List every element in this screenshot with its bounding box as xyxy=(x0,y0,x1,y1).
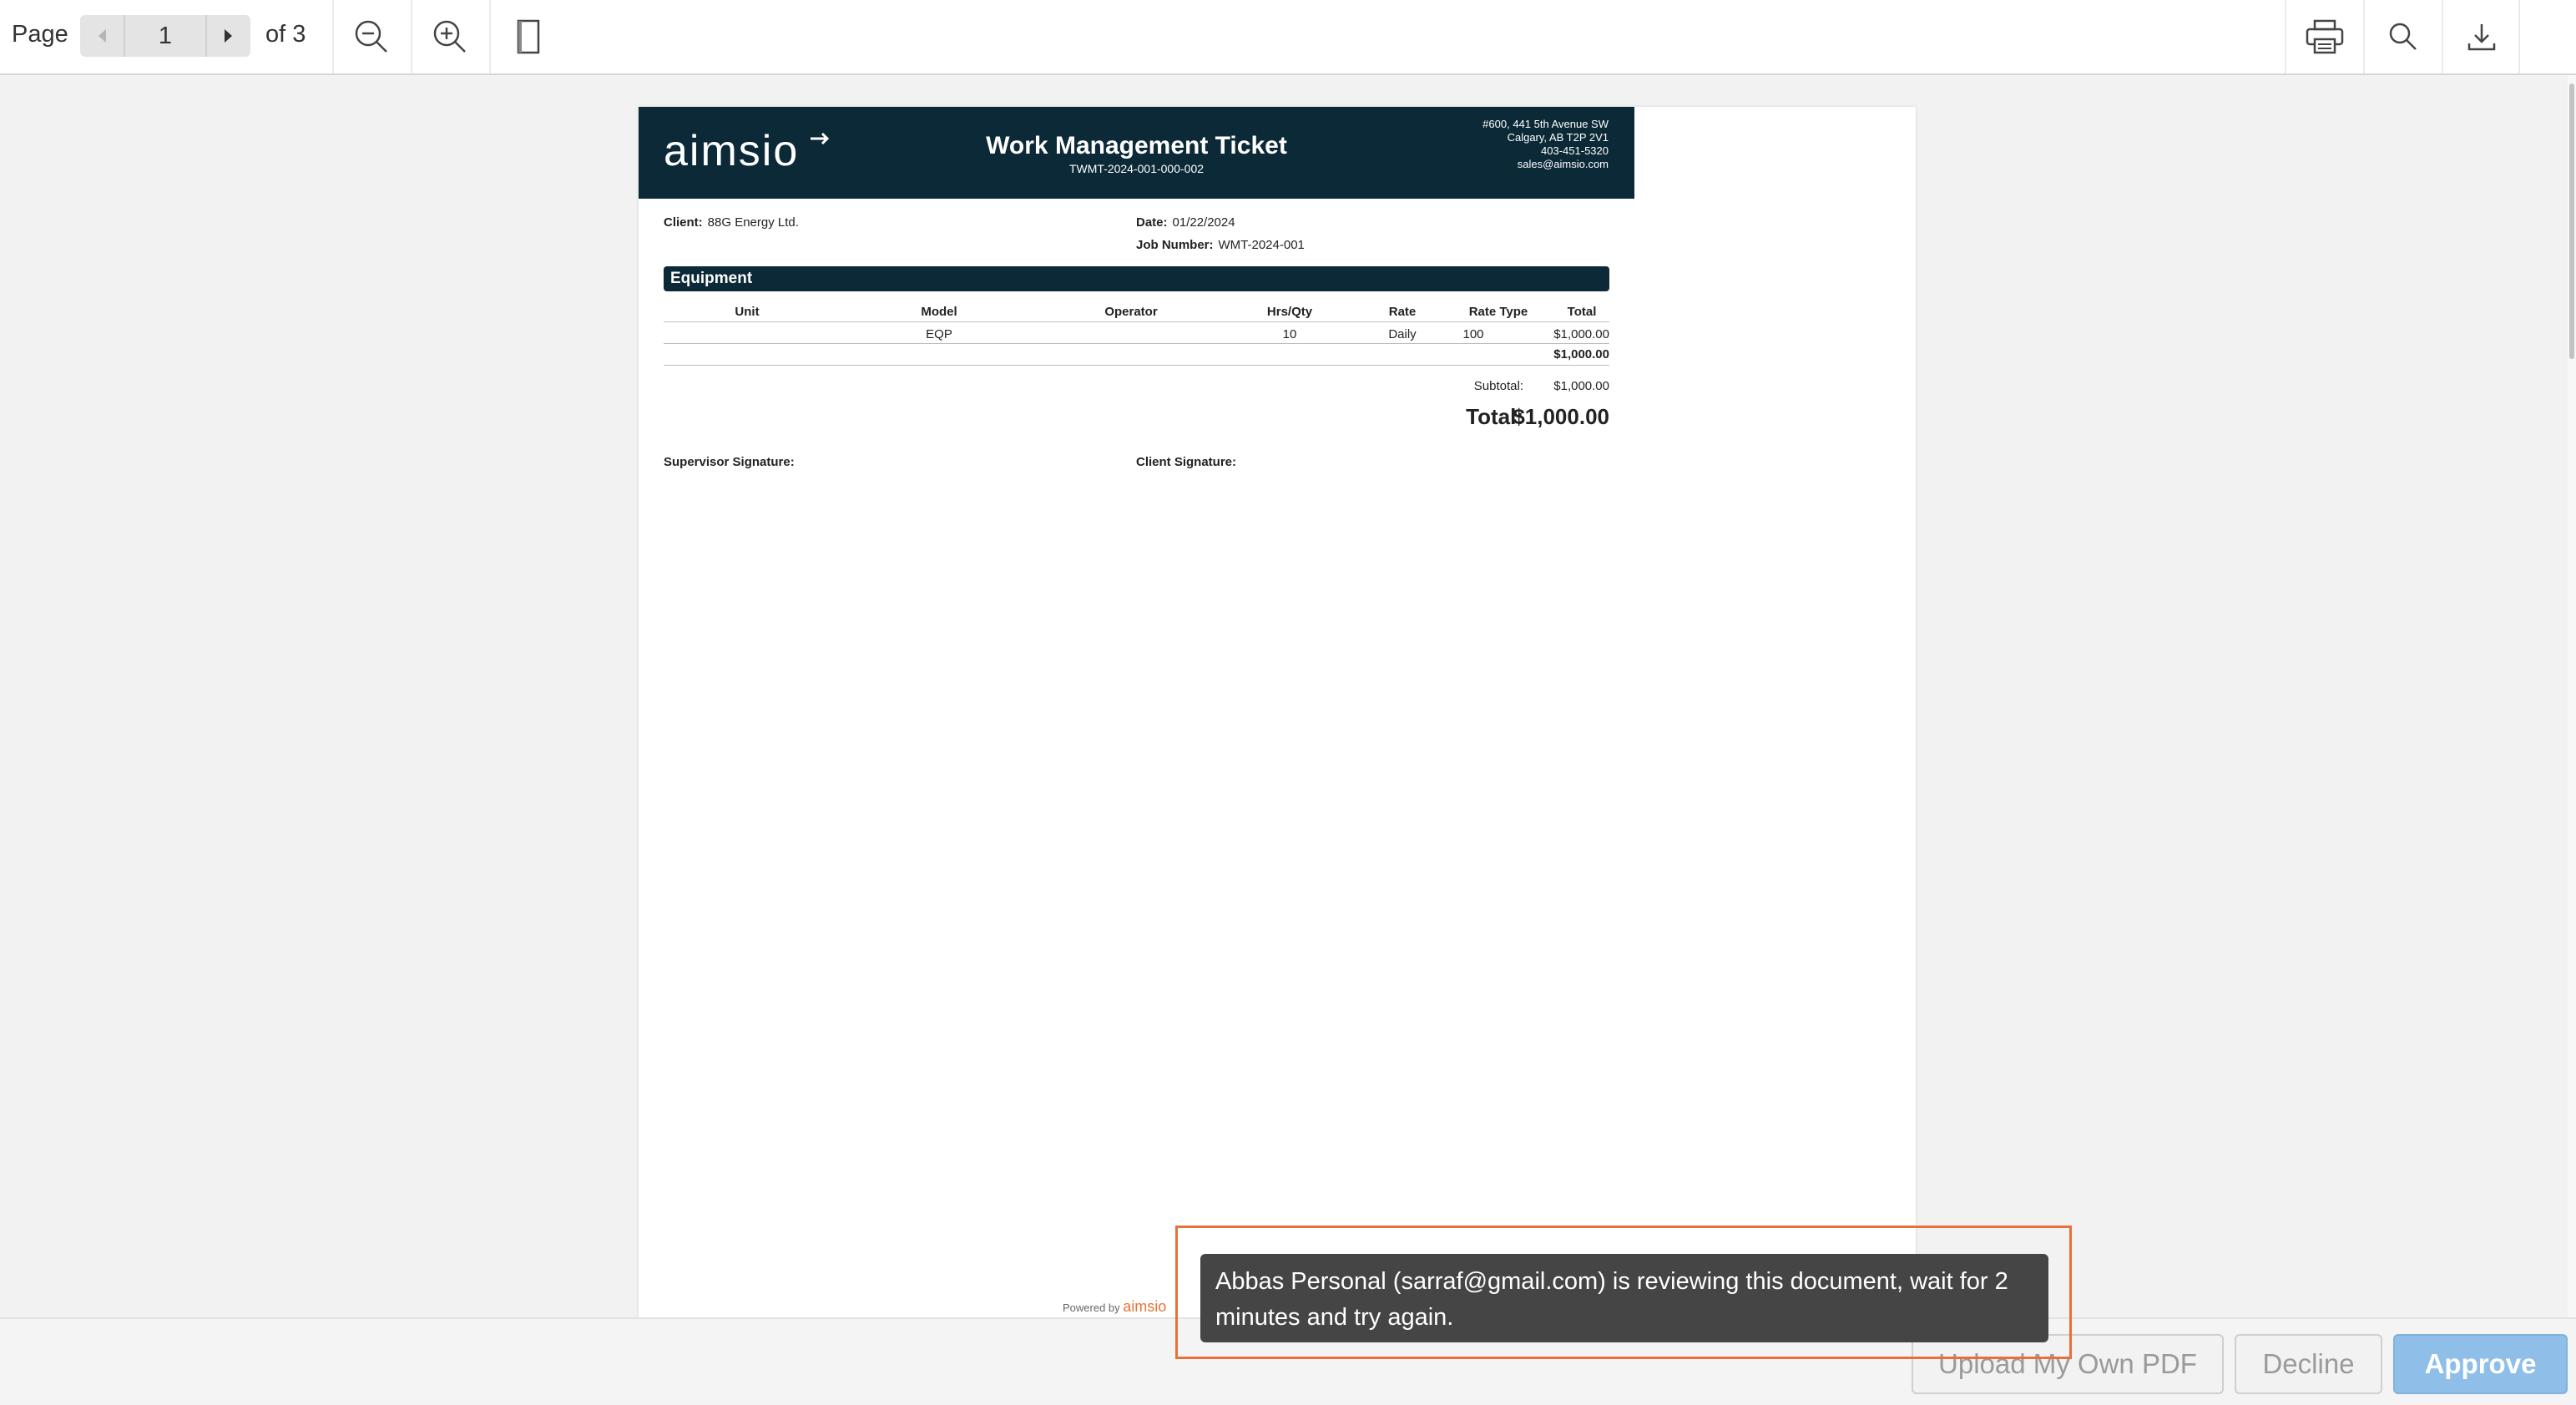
powered-by-text: Powered by xyxy=(1063,1301,1120,1314)
chevron-left-icon xyxy=(98,29,106,43)
section-total: $1,000.00 xyxy=(1553,347,1609,361)
cell-rate: Daily xyxy=(1388,327,1417,341)
equipment-section-header: Equipment xyxy=(664,266,1609,291)
zoom-out-button[interactable] xyxy=(348,13,395,60)
page-navigator: 1 xyxy=(80,15,250,57)
decline-button[interactable]: Decline xyxy=(2235,1334,2382,1394)
toolbar-divider xyxy=(2285,0,2286,73)
client-field: Client: 88G Energy Ltd. xyxy=(664,215,799,230)
pdf-page: aimsio Work Management Ticket TWMT-2024-… xyxy=(639,107,1916,1317)
job-number-value: WMT-2024-001 xyxy=(1218,238,1305,252)
zoom-in-icon xyxy=(433,20,466,53)
toolbar-divider xyxy=(332,0,334,73)
next-page-button[interactable] xyxy=(205,15,250,57)
toolbar-divider xyxy=(2518,0,2520,73)
printer-icon xyxy=(2306,19,2344,54)
chevron-right-icon xyxy=(225,29,232,43)
client-value: 88G Energy Ltd. xyxy=(707,215,799,230)
cell-rate-type: 100 xyxy=(1462,327,1484,341)
download-button[interactable] xyxy=(2458,13,2505,60)
table-divider xyxy=(664,365,1609,366)
page-count: of 3 xyxy=(265,21,306,48)
download-icon xyxy=(2467,24,2496,51)
current-page-input[interactable]: 1 xyxy=(124,15,207,57)
company-email: sales@aimsio.com xyxy=(1517,158,1609,170)
page-view-button[interactable] xyxy=(505,13,552,60)
print-button[interactable] xyxy=(2301,13,2348,60)
date-value: 01/22/2024 xyxy=(1172,215,1235,230)
review-lock-toast: Abbas Personal (sarraf@gmail.com) is rev… xyxy=(1200,1254,2048,1342)
zoom-in-button[interactable] xyxy=(427,13,473,60)
client-signature-label: Client Signature: xyxy=(1136,455,1237,469)
date-field: Date: 01/22/2024 xyxy=(1136,215,1235,230)
company-phone: 403-451-5320 xyxy=(1541,144,1609,157)
toolbar-divider xyxy=(2442,0,2443,73)
column-header-rate: Rate xyxy=(1388,305,1417,319)
supervisor-signature-label: Supervisor Signature: xyxy=(664,455,795,469)
vertical-scrollbar[interactable] xyxy=(2568,75,2576,1317)
previous-page-button[interactable] xyxy=(80,15,125,57)
job-number-label: Job Number: xyxy=(1136,238,1214,252)
column-header-model: Model xyxy=(921,305,957,319)
cell-hrs-qty: 10 xyxy=(1282,327,1297,341)
job-number-field: Job Number: WMT-2024-001 xyxy=(1136,238,1305,252)
page-label: Page xyxy=(12,21,68,48)
table-divider xyxy=(664,343,1609,344)
column-header-hrs-qty: Hrs/Qty xyxy=(1266,305,1313,319)
date-label: Date: xyxy=(1136,215,1168,230)
toolbar-divider xyxy=(489,0,491,73)
document-header: aimsio Work Management Ticket TWMT-2024-… xyxy=(639,107,1634,199)
subtotal-value: $1,000.00 xyxy=(1553,379,1609,393)
search-icon xyxy=(2389,23,2417,50)
company-address: #600, 441 5th Avenue SW Calgary, AB T2P … xyxy=(1482,118,1609,171)
client-label: Client: xyxy=(664,215,703,230)
address-line: #600, 441 5th Avenue SW xyxy=(1482,118,1609,130)
column-header-rate-type: Rate Type xyxy=(1468,305,1528,319)
scrollbar-thumb[interactable] xyxy=(2569,83,2574,359)
address-line: Calgary, AB T2P 2V1 xyxy=(1507,131,1609,144)
powered-by-logo: aimsio xyxy=(1123,1298,1167,1315)
search-button[interactable] xyxy=(2380,13,2427,60)
zoom-out-icon xyxy=(355,20,387,53)
table-divider xyxy=(664,321,1609,322)
column-header-total: Total xyxy=(1567,305,1597,319)
subtotal-label: Subtotal: xyxy=(1473,379,1523,393)
cell-total: $1,000.00 xyxy=(1553,327,1609,341)
column-header-unit: Unit xyxy=(735,305,760,319)
powered-by-footer: Powered by aimsio xyxy=(1063,1298,1166,1316)
toolbar-divider xyxy=(2363,0,2365,73)
page-view-icon xyxy=(517,19,540,54)
column-header-operator: Operator xyxy=(1104,305,1158,319)
approve-button[interactable]: Approve xyxy=(2393,1334,2568,1394)
document-viewer[interactable]: aimsio Work Management Ticket TWMT-2024-… xyxy=(0,75,2576,1317)
pdf-toolbar: Page 1 of 3 xyxy=(0,0,2576,75)
toolbar-divider xyxy=(411,0,412,73)
cell-model: EQP xyxy=(926,327,952,341)
total-value: $1,000.00 xyxy=(1513,404,1609,429)
